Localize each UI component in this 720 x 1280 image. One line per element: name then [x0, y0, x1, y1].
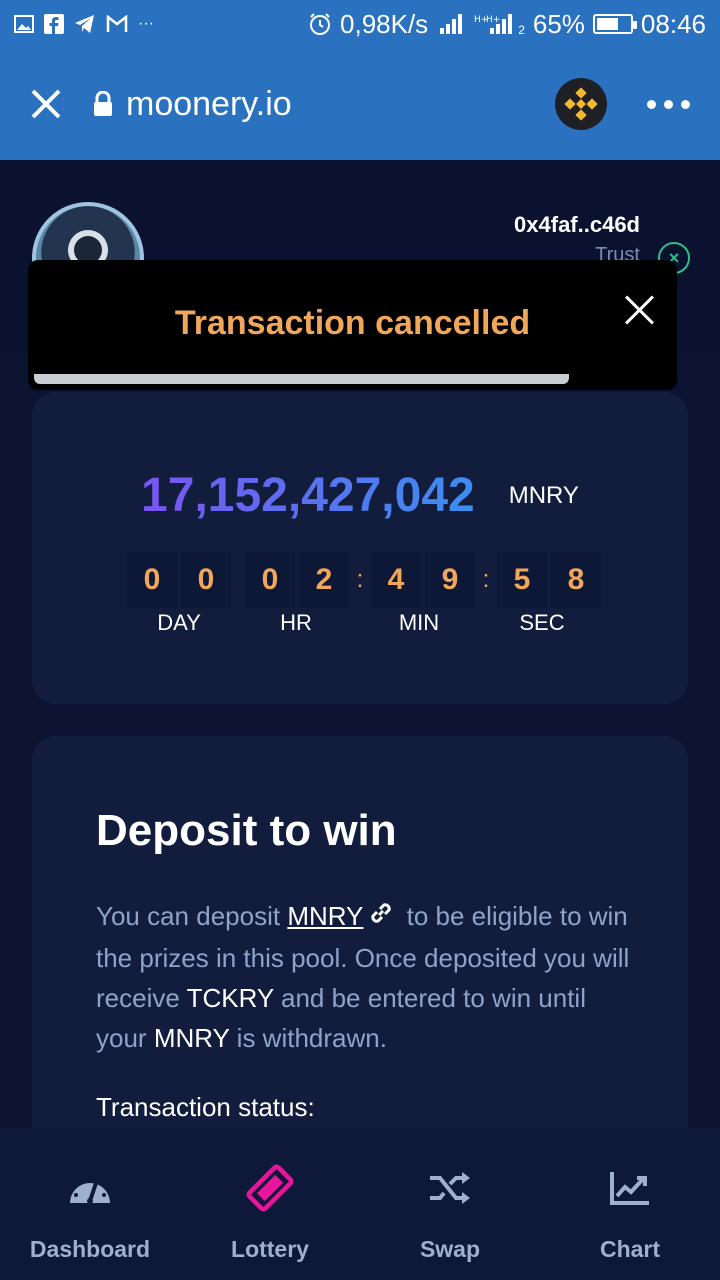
link-icon[interactable]: [367, 898, 395, 938]
mnry-token: MNRY: [153, 1023, 230, 1054]
ticket-icon: [244, 1164, 296, 1212]
menu-dots-icon[interactable]: [647, 99, 690, 109]
toast-notification: Transaction cancelled: [28, 260, 677, 390]
toast-message: Transaction cancelled: [174, 304, 531, 342]
facebook-icon: [44, 14, 64, 34]
countdown-separator: :: [482, 566, 490, 593]
battery-icon: [592, 14, 637, 34]
nav-item-swap[interactable]: Swap: [360, 1128, 540, 1280]
countdown-digit: 0: [245, 552, 295, 608]
countdown-timer: 0 0 0 2 : 4 9 : 5 8: [127, 552, 605, 608]
countdown-label-day: DAY: [157, 610, 201, 635]
status-bar: ··· 0,98K/s H+ H+ 2 65% 08:46: [0, 0, 720, 48]
gmail-icon: [106, 15, 128, 33]
countdown-digit: 9: [425, 552, 475, 608]
lock-icon: [92, 91, 114, 117]
nav-label: Dashboard: [29, 1236, 151, 1262]
gallery-icon: [14, 15, 34, 33]
bottom-nav: Dashboard Lottery Swap Chart: [0, 1128, 720, 1280]
shuffle-icon: [424, 1166, 476, 1210]
countdown-digit: 8: [551, 552, 601, 608]
countdown-digit: 0: [181, 552, 231, 608]
more-icon: ···: [138, 15, 154, 32]
network-speed: 0,98K/s: [340, 8, 429, 39]
signal-icon: [436, 12, 466, 36]
sim-label: 2: [518, 23, 525, 37]
wallet-address[interactable]: 0x4faf..c46d: [514, 212, 640, 238]
deposit-text: You can deposit: [96, 901, 288, 931]
deposit-text: is withdrawn.: [229, 1023, 387, 1054]
battery-percent: 65%: [532, 8, 585, 39]
chart-icon: [604, 1166, 656, 1210]
deposit-description: You can deposit MNRY to be eligible to w…: [96, 896, 636, 1058]
deposit-title: Deposit to win: [96, 806, 397, 855]
deposit-card: Deposit to win You can deposit MNRY to b…: [32, 736, 688, 1156]
prize-card: 17,152,427,042 MNRY 0 0 0 2 : 4 9 : 5 8 …: [32, 392, 688, 704]
prize-amount: 17,152,427,042: [141, 469, 475, 522]
alarm-icon: [308, 12, 332, 36]
gauge-icon: [64, 1166, 116, 1210]
clock: 08:46: [640, 8, 706, 39]
nav-item-lottery[interactable]: Lottery: [180, 1128, 360, 1280]
countdown-digit: 4: [371, 552, 421, 608]
nav-label: Lottery: [231, 1236, 309, 1262]
browser-bar: moonery.io: [0, 48, 720, 160]
nav-item-dashboard[interactable]: Dashboard: [0, 1128, 180, 1280]
toast-progress-bar: [34, 374, 569, 384]
countdown-digit: 2: [299, 552, 349, 608]
binance-icon[interactable]: [555, 78, 607, 130]
address-bar[interactable]: moonery.io: [92, 85, 292, 124]
nav-label: Chart: [599, 1236, 661, 1262]
prize-unit: MNRY: [508, 481, 579, 509]
close-icon[interactable]: [30, 88, 62, 120]
countdown-labels: DAY HR MIN SEC: [127, 610, 607, 636]
countdown-label-sec: SEC: [519, 610, 565, 635]
nav-item-chart[interactable]: Chart: [540, 1128, 720, 1280]
telegram-icon: [74, 14, 96, 34]
url-text: moonery.io: [126, 84, 292, 123]
countdown-label-min: MIN: [398, 610, 440, 635]
countdown-separator: :: [356, 566, 364, 593]
signal-icon-2: H+ H+: [474, 12, 518, 36]
tckry-token: TCKRY: [186, 983, 274, 1014]
mnry-link[interactable]: MNRY: [287, 901, 363, 931]
countdown-digit: 5: [497, 552, 547, 608]
transaction-status-label: Transaction status:: [96, 1092, 315, 1122]
countdown-digit: 0: [127, 552, 177, 608]
svg-text:H+: H+: [486, 15, 500, 25]
nav-label: Swap: [419, 1236, 481, 1262]
toast-close-icon[interactable]: [623, 294, 655, 326]
countdown-label-hr: HR: [280, 610, 312, 635]
